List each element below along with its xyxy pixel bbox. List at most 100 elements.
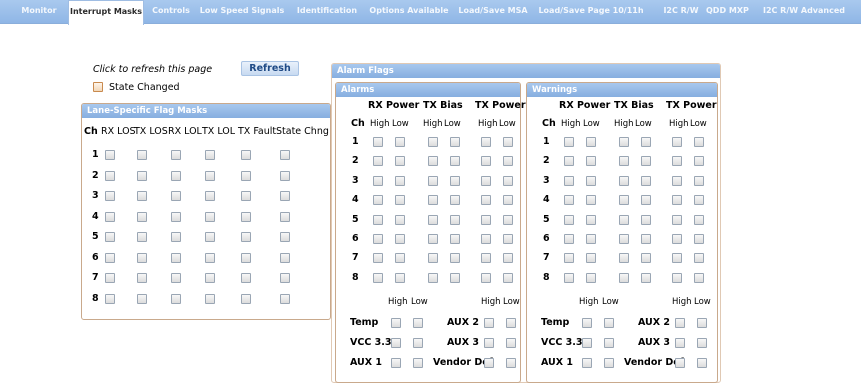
lane-mask-checkbox[interactable] [280,232,290,242]
warnings-flag-checkbox[interactable] [672,137,682,147]
alarms-flag-checkbox[interactable] [450,253,460,264]
lane-mask-checkbox[interactable] [137,170,147,181]
warnings-flag-checkbox[interactable] [619,272,629,283]
warnings-flag-checkbox[interactable] [641,272,651,283]
alarms-flag-checkbox[interactable] [481,214,491,225]
warnings-flag-checkbox[interactable] [641,214,651,225]
alarms-flag-checkbox[interactable] [428,175,438,186]
alarms-flag-checkbox[interactable] [395,195,405,206]
lane-mask-checkbox[interactable] [105,252,115,263]
alarms-flag-checkbox[interactable] [503,214,513,225]
tab-identification[interactable]: Identification [292,0,362,24]
alarms-flag-checkbox[interactable] [373,195,383,206]
alarms-flag-checkbox[interactable] [395,234,405,244]
warnings-aux-checkbox[interactable] [582,338,592,348]
alarms-flag-checkbox[interactable] [373,272,383,283]
warnings-flag-checkbox[interactable] [619,234,629,244]
lane-mask-checkbox[interactable] [241,170,251,181]
alarms-flag-checkbox[interactable] [395,175,405,186]
alarms-flag-checkbox[interactable] [481,234,491,244]
warnings-flag-checkbox[interactable] [586,253,596,264]
lane-mask-checkbox[interactable] [171,211,181,222]
lane-mask-checkbox[interactable] [105,150,115,160]
alarms-flag-checkbox[interactable] [395,253,405,264]
lane-mask-checkbox[interactable] [137,252,147,263]
alarms-aux-checkbox[interactable] [484,338,494,348]
alarms-aux-checkbox[interactable] [413,358,423,368]
warnings-flag-checkbox[interactable] [694,272,704,283]
alarms-flag-checkbox[interactable] [450,234,460,244]
warnings-flag-checkbox[interactable] [641,253,651,264]
alarms-flag-checkbox[interactable] [450,156,460,167]
alarms-flag-checkbox[interactable] [373,214,383,225]
lane-mask-checkbox[interactable] [241,293,251,304]
warnings-aux-checkbox[interactable] [582,358,592,368]
alarms-aux-checkbox[interactable] [413,318,423,328]
warnings-flag-checkbox[interactable] [586,175,596,186]
warnings-flag-checkbox[interactable] [694,137,704,147]
warnings-flag-checkbox[interactable] [564,272,574,283]
warnings-aux-checkbox[interactable] [604,338,614,348]
alarms-flag-checkbox[interactable] [503,195,513,206]
tab-i2c-r-w-advanced[interactable]: I2C R/W Advanced [752,0,856,24]
lane-mask-checkbox[interactable] [205,232,215,242]
warnings-flag-checkbox[interactable] [619,214,629,225]
alarms-aux-checkbox[interactable] [506,338,516,348]
alarms-flag-checkbox[interactable] [373,253,383,264]
tab-low-speed-signals[interactable]: Low Speed Signals [196,0,288,24]
alarms-flag-checkbox[interactable] [503,272,513,283]
alarms-aux-checkbox[interactable] [484,318,494,328]
warnings-aux-checkbox[interactable] [675,358,685,368]
alarms-flag-checkbox[interactable] [481,156,491,167]
lane-mask-checkbox[interactable] [241,273,251,283]
lane-mask-checkbox[interactable] [171,252,181,263]
warnings-flag-checkbox[interactable] [619,137,629,147]
warnings-flag-checkbox[interactable] [619,156,629,167]
lane-mask-checkbox[interactable] [171,232,181,242]
lane-mask-checkbox[interactable] [105,293,115,304]
warnings-flag-checkbox[interactable] [564,175,574,186]
warnings-flag-checkbox[interactable] [672,156,682,167]
warnings-flag-checkbox[interactable] [619,195,629,206]
warnings-flag-checkbox[interactable] [641,156,651,167]
warnings-flag-checkbox[interactable] [586,156,596,167]
alarms-flag-checkbox[interactable] [481,137,491,147]
lane-mask-checkbox[interactable] [205,191,215,201]
warnings-flag-checkbox[interactable] [694,234,704,244]
warnings-flag-checkbox[interactable] [564,253,574,264]
tab-controls[interactable]: Controls [150,0,192,24]
warnings-aux-checkbox[interactable] [582,318,592,328]
lane-mask-checkbox[interactable] [105,232,115,242]
warnings-flag-checkbox[interactable] [641,195,651,206]
lane-mask-checkbox[interactable] [280,191,290,201]
alarms-flag-checkbox[interactable] [450,195,460,206]
lane-mask-checkbox[interactable] [280,150,290,160]
warnings-flag-checkbox[interactable] [586,195,596,206]
alarms-flag-checkbox[interactable] [481,195,491,206]
alarms-flag-checkbox[interactable] [450,272,460,283]
alarms-flag-checkbox[interactable] [428,137,438,147]
lane-mask-checkbox[interactable] [241,191,251,201]
alarms-flag-checkbox[interactable] [503,234,513,244]
alarms-flag-checkbox[interactable] [503,137,513,147]
lane-mask-checkbox[interactable] [205,293,215,304]
alarms-flag-checkbox[interactable] [481,272,491,283]
alarms-aux-checkbox[interactable] [391,318,401,328]
tab-monitor[interactable]: Monitor [18,0,60,24]
warnings-flag-checkbox[interactable] [564,195,574,206]
lane-mask-checkbox[interactable] [241,252,251,263]
alarms-flag-checkbox[interactable] [395,272,405,283]
lane-mask-checkbox[interactable] [280,252,290,263]
state-changed-row[interactable]: State Changed [93,80,180,94]
warnings-flag-checkbox[interactable] [641,175,651,186]
warnings-aux-checkbox[interactable] [697,338,707,348]
warnings-flag-checkbox[interactable] [619,175,629,186]
alarms-flag-checkbox[interactable] [428,234,438,244]
alarms-flag-checkbox[interactable] [481,175,491,186]
tab-load-save-msa[interactable]: Load/Save MSA [458,0,528,24]
lane-mask-checkbox[interactable] [137,150,147,160]
warnings-flag-checkbox[interactable] [619,253,629,264]
warnings-flag-checkbox[interactable] [586,137,596,147]
alarms-flag-checkbox[interactable] [428,272,438,283]
lane-mask-checkbox[interactable] [137,232,147,242]
